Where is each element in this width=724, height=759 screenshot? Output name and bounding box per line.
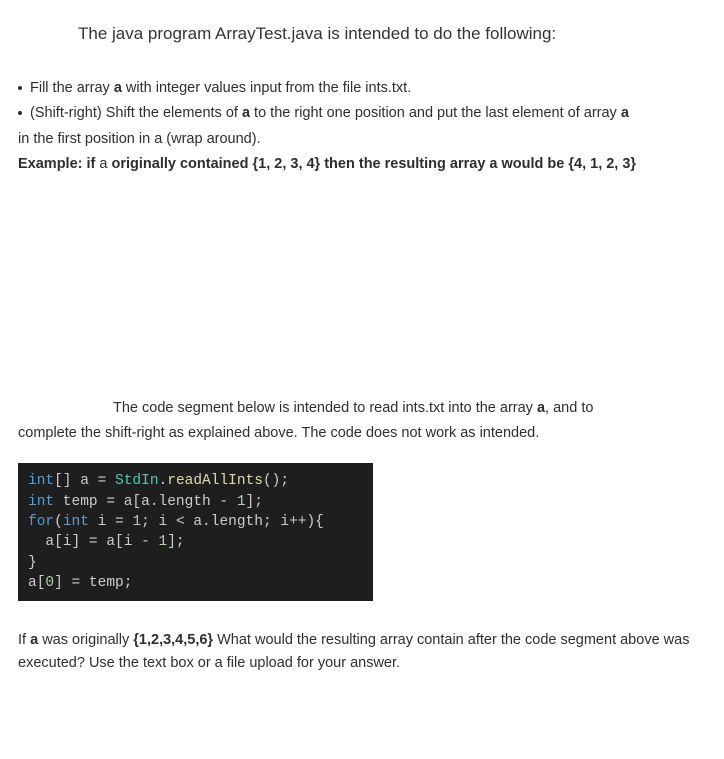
- bold-text: {1,2,3,4,5,6}: [133, 632, 213, 648]
- code-number: 1: [159, 534, 168, 550]
- code-text: ();: [263, 473, 289, 489]
- code-number: 1: [237, 494, 246, 510]
- code-text: ] = temp;: [54, 575, 132, 591]
- example-text: Example: if a originally contained {1, 2…: [18, 153, 706, 176]
- code-text: (: [54, 514, 63, 530]
- code-text: }: [28, 555, 37, 571]
- code-keyword: int: [28, 494, 54, 510]
- text-line: The code segment below is intended to re…: [113, 397, 706, 420]
- code-text: ];: [246, 494, 263, 510]
- code-number: 0: [45, 575, 54, 591]
- code-keyword: for: [28, 514, 54, 530]
- code-text: i =: [89, 514, 133, 530]
- code-text: temp = a[a.length -: [54, 494, 237, 510]
- text: The code segment below is intended to re…: [113, 400, 537, 416]
- text: Fill the array: [30, 80, 114, 96]
- list-item: (Shift-right) Shift the elements of a to…: [18, 102, 706, 125]
- code-number: 1: [132, 514, 141, 530]
- bullet-list: Fill the array a with integer values inp…: [18, 77, 706, 176]
- spacer: [18, 182, 706, 397]
- text: Example: if: [18, 156, 99, 172]
- text: If: [18, 632, 30, 648]
- text: (Shift-right) Shift the elements of: [30, 105, 242, 121]
- code-text: .: [159, 473, 168, 489]
- bold-text: a: [621, 105, 629, 121]
- bullet-text: (Shift-right) Shift the elements of a to…: [30, 102, 706, 125]
- intro-paragraph: The code segment below is intended to re…: [18, 397, 706, 445]
- text: in the first position in a (wrap around)…: [18, 128, 706, 151]
- code-text: ; i < a.length; i++){: [141, 514, 324, 530]
- text: to the right one position and put the la…: [250, 105, 621, 121]
- bullet-icon: [18, 86, 22, 90]
- text: , and to: [545, 400, 593, 416]
- bullet-icon: [18, 111, 22, 115]
- text: was originally: [38, 632, 133, 648]
- text: originally contained {1, 2, 3, 4} then t…: [107, 156, 636, 172]
- bold-text: a: [114, 80, 122, 96]
- code-keyword: int: [28, 473, 54, 489]
- bullet-text: Fill the array a with integer values inp…: [30, 77, 706, 100]
- bold-text: a: [30, 632, 38, 648]
- code-method: readAllInts: [167, 473, 263, 489]
- code-text: ];: [167, 534, 184, 550]
- code-class: StdIn: [115, 473, 159, 489]
- question-text: If a was originally {1,2,3,4,5,6} What w…: [18, 629, 706, 675]
- code-keyword: int: [63, 514, 89, 530]
- code-block: int[] a = StdIn.readAllInts(); int temp …: [18, 463, 373, 601]
- bold-text: a: [242, 105, 250, 121]
- code-text: [] a =: [54, 473, 115, 489]
- code-text: a[: [28, 575, 45, 591]
- code-text: a[i] = a[i -: [28, 534, 159, 550]
- text: with integer values input from the file …: [122, 80, 411, 96]
- list-item: Fill the array a with integer values inp…: [18, 77, 706, 100]
- bold-text: a: [537, 400, 545, 416]
- page-title: The java program ArrayTest.java is inten…: [78, 20, 706, 47]
- text-line: complete the shift-right as explained ab…: [18, 422, 706, 445]
